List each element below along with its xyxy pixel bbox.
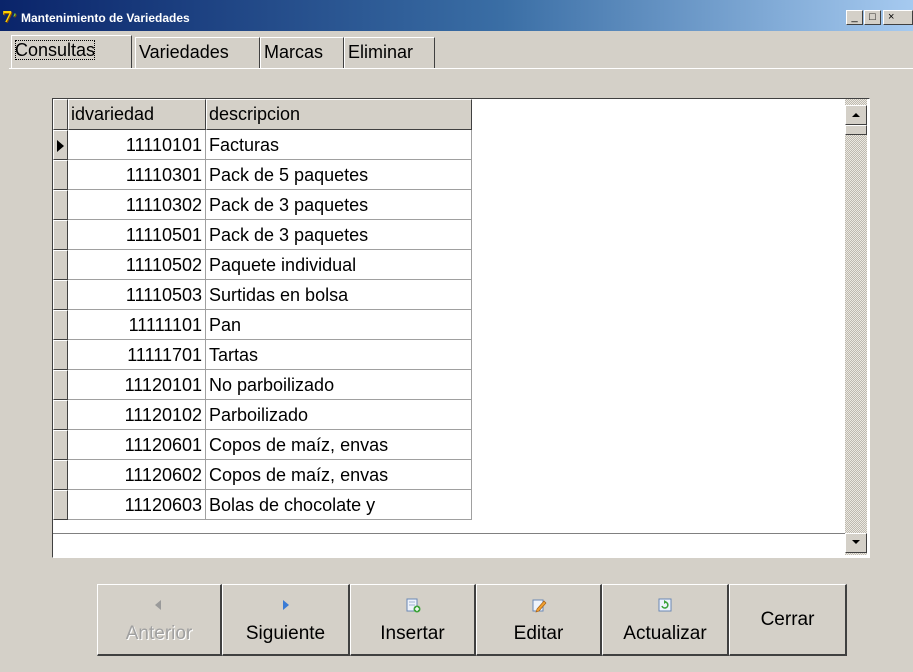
tab-label: Variedades [139,42,229,62]
scroll-down-button[interactable] [845,533,867,553]
scroll-down-arrow-icon [852,540,860,544]
cell-descripcion[interactable]: Pack de 3 paquetes [206,220,472,250]
maximize-button[interactable]: □ [864,10,881,25]
row-indicator-cell[interactable] [53,160,68,190]
table-row[interactable]: 11120102 Parboilizado [53,400,525,430]
tab-eliminar[interactable]: Eliminar [344,37,435,68]
cell-descripcion[interactable]: Surtidas en bolsa [206,280,472,310]
row-indicator-cell[interactable] [53,370,68,400]
table-row[interactable]: 11110301 Pack de 5 paquetes [53,160,525,190]
cell-idvariedad[interactable]: 11110302 [68,190,206,220]
row-indicator-cell[interactable] [53,130,68,160]
table-row[interactable]: 11120602 Copos de maíz, envas [53,460,525,490]
column-header-descripcion[interactable]: descripcion [206,99,472,130]
refresh-icon [658,598,672,612]
row-indicator-cell[interactable] [53,430,68,460]
insertar-button[interactable]: Insertar [350,584,476,656]
row-indicator-cell[interactable] [53,310,68,340]
cerrar-button[interactable]: Cerrar [729,584,847,656]
title-bar: 7ʼ Mantenimiento de Variedades _ □ × [0,0,913,31]
cell-descripcion[interactable]: Copos de maíz, envas [206,430,472,460]
cell-idvariedad[interactable]: 11120602 [68,460,206,490]
window-title: Mantenimiento de Variedades [21,11,190,25]
siguiente-label: Siguiente [245,623,326,644]
cell-idvariedad[interactable]: 11110301 [68,160,206,190]
app-logo-icon: 7ʼ [2,8,17,26]
table-row[interactable]: 11120101 No parboilizado [53,370,525,400]
cell-descripcion[interactable]: Tartas [206,340,472,370]
close-window-button[interactable]: × [883,10,913,25]
scroll-up-button[interactable] [845,105,867,125]
insert-record-icon [406,598,420,613]
tab-label: Marcas [264,42,324,62]
table-row[interactable]: 11120601 Copos de maíz, envas [53,430,525,460]
cell-descripcion[interactable]: Parboilizado [206,400,472,430]
tab-consultas[interactable]: Consultas [11,35,132,69]
cell-idvariedad[interactable]: 11110101 [68,130,206,160]
cell-idvariedad[interactable]: 11120101 [68,370,206,400]
table-row[interactable]: 11110501 Pack de 3 paquetes [53,220,525,250]
row-indicator-cell[interactable] [53,190,68,220]
anterior-label: Anterior [125,623,193,644]
grid-header: idvariedad descripcion [53,99,525,130]
table-row[interactable]: 11110502 Paquete individual [53,250,525,280]
cell-descripcion[interactable]: Pan [206,310,472,340]
row-indicator-cell[interactable] [53,340,68,370]
table-row[interactable]: 11110101 Facturas [53,130,525,160]
row-indicator-cell[interactable] [53,460,68,490]
header-indicator-cell [53,99,68,130]
row-indicator-cell[interactable] [53,280,68,310]
row-indicator-cell[interactable] [53,220,68,250]
cell-descripcion[interactable]: Paquete individual [206,250,472,280]
cell-descripcion[interactable]: Pack de 5 paquetes [206,160,472,190]
arrow-right-icon [282,600,289,610]
vertical-scrollbar[interactable] [845,99,867,555]
siguiente-button[interactable]: Siguiente [222,584,350,656]
actualizar-label: Actualizar [623,623,707,644]
editar-label: Editar [513,623,564,644]
cell-idvariedad[interactable]: 11111101 [68,310,206,340]
tab-label: Eliminar [348,42,414,62]
cell-idvariedad[interactable]: 11110501 [68,220,206,250]
table-row[interactable]: 11111101 Pan [53,310,525,340]
column-header-idvariedad[interactable]: idvariedad [68,99,206,130]
minimize-button[interactable]: _ [846,10,863,25]
cell-idvariedad[interactable]: 11120603 [68,490,206,520]
table-row[interactable]: 11110503 Surtidas en bolsa [53,280,525,310]
tab-panel-border [9,68,913,69]
cell-idvariedad[interactable]: 11110503 [68,280,206,310]
arrow-left-icon [155,600,161,610]
scroll-up-arrow-icon [852,113,860,117]
cell-descripcion[interactable]: Copos de maíz, envas [206,460,472,490]
row-indicator-cell[interactable] [53,490,68,520]
scroll-thumb[interactable] [845,125,867,135]
row-indicator-cell[interactable] [53,250,68,280]
cell-idvariedad[interactable]: 11110502 [68,250,206,280]
grid-bottom-separator [53,533,845,534]
data-grid[interactable]: idvariedad descripcion 11110101 Facturas 1… [52,98,870,558]
tab-label: Consultas [15,40,96,60]
tab-variedades[interactable]: Variedades [135,37,260,68]
table-row[interactable]: 11120603 Bolas de chocolate y [53,490,525,520]
editar-button[interactable]: Editar [476,584,602,656]
cell-descripcion[interactable]: Bolas de chocolate y [206,490,472,520]
insertar-label: Insertar [380,623,445,644]
cell-descripcion[interactable]: Facturas [206,130,472,160]
cell-idvariedad[interactable]: 11111701 [68,340,206,370]
cerrar-label: Cerrar [760,609,815,630]
cell-idvariedad[interactable]: 11120601 [68,430,206,460]
cell-idvariedad[interactable]: 11120102 [68,400,206,430]
edit-record-icon [532,599,546,613]
table-row[interactable]: 11111701 Tartas [53,340,525,370]
table-row[interactable]: 11110302 Pack de 3 paquetes [53,190,525,220]
current-row-pointer-icon [57,140,64,152]
anterior-button[interactable]: Anterior [97,584,222,656]
tab-marcas[interactable]: Marcas [260,37,344,68]
row-indicator-cell[interactable] [53,400,68,430]
actualizar-button[interactable]: Actualizar [602,584,729,656]
cell-descripcion[interactable]: No parboilizado [206,370,472,400]
cell-descripcion[interactable]: Pack de 3 paquetes [206,190,472,220]
